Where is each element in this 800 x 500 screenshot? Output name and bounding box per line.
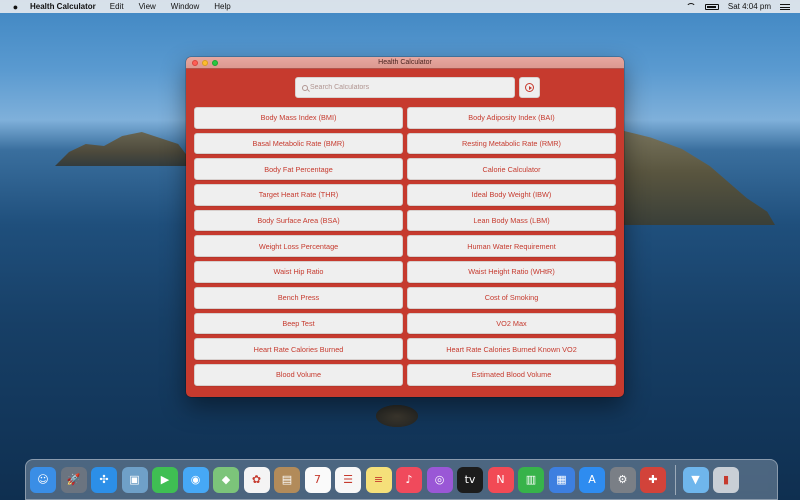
menu-window[interactable]: Window bbox=[171, 2, 199, 11]
photos-icon[interactable]: ✿ bbox=[243, 466, 270, 493]
launchpad-icon[interactable]: 🚀 bbox=[60, 466, 87, 493]
window-title: Health Calculator bbox=[378, 59, 432, 66]
menu-bar: ● Health Calculator Edit View Window Hel… bbox=[0, 0, 800, 13]
calc-button-bai[interactable]: Body Adiposity Index (BAI) bbox=[407, 107, 616, 129]
calc-button-bmi[interactable]: Body Mass Index (BMI) bbox=[194, 107, 403, 129]
clock[interactable]: Sat 4:04 pm bbox=[728, 2, 771, 11]
calc-button-water[interactable]: Human Water Requirement bbox=[407, 235, 616, 258]
preview-icon[interactable]: ▣ bbox=[121, 466, 148, 493]
play-circle-icon bbox=[525, 83, 534, 92]
calc-button-weight-loss[interactable]: Weight Loss Percentage bbox=[194, 235, 403, 258]
podcasts-icon[interactable]: ◎ bbox=[426, 466, 453, 493]
calc-button-estimated-blood-volume[interactable]: Estimated Blood Volume bbox=[407, 363, 616, 386]
messages-icon[interactable]: ◉ bbox=[182, 466, 209, 493]
calc-button-bsa[interactable]: Body Surface Area (BSA) bbox=[194, 209, 403, 232]
contacts-icon[interactable]: ▤ bbox=[274, 466, 300, 493]
keynote-icon[interactable]: ▦ bbox=[548, 466, 575, 493]
search-field[interactable] bbox=[295, 77, 515, 98]
search-input[interactable] bbox=[310, 84, 500, 91]
minimize-button[interactable] bbox=[202, 60, 208, 66]
zoom-button[interactable] bbox=[212, 60, 218, 66]
menu-edit[interactable]: Edit bbox=[110, 2, 124, 11]
calc-button-lbm[interactable]: Lean Body Mass (LBM) bbox=[407, 209, 616, 232]
facetime-icon[interactable]: ▶ bbox=[152, 466, 178, 493]
window-controls bbox=[192, 60, 218, 66]
menu-app-name[interactable]: Health Calculator bbox=[30, 2, 96, 11]
calc-button-hr-calories-vo2[interactable]: Heart Rate Calories Burned Known VO2 bbox=[407, 338, 616, 360]
desktop-wallpaper-island-left bbox=[55, 132, 195, 166]
calculator-grid: Body Mass Index (BMI) Body Adiposity Ind… bbox=[194, 107, 616, 386]
window-titlebar[interactable]: Health Calculator bbox=[186, 57, 624, 69]
trash-icon[interactable]: ▮ bbox=[713, 466, 739, 493]
calc-button-bmr[interactable]: Basal Metabolic Rate (BMR) bbox=[194, 132, 403, 155]
maps-icon[interactable]: ◆ bbox=[213, 466, 239, 493]
calc-button-vo2-max[interactable]: VO2 Max bbox=[407, 312, 616, 335]
search-icon bbox=[302, 84, 308, 91]
notification-center-icon[interactable] bbox=[780, 3, 790, 10]
numbers-icon[interactable]: ▥ bbox=[518, 466, 544, 493]
calc-button-blood-volume[interactable]: Blood Volume bbox=[194, 363, 403, 386]
reminders-icon[interactable]: ☰ bbox=[335, 466, 361, 493]
notes-icon[interactable]: ≡ bbox=[365, 466, 392, 493]
search-row bbox=[295, 77, 540, 98]
calc-button-beep-test[interactable]: Beep Test bbox=[194, 312, 403, 335]
health-calculator-icon[interactable]: ✚ bbox=[640, 466, 666, 493]
calc-button-ibw[interactable]: Ideal Body Weight (IBW) bbox=[407, 184, 616, 206]
search-go-button[interactable] bbox=[519, 77, 540, 98]
safari-icon[interactable]: ✣ bbox=[91, 466, 117, 493]
news-icon[interactable]: N bbox=[487, 466, 514, 493]
dock: ☺ 🚀 ✣ ▣ ▶ ◉ ◆ ✿ ▤ 7 ☰ ≡ ♪ ◎ tv N ▥ ▦ A ⚙ ✚ ▼ ▮ bbox=[25, 459, 778, 500]
calc-button-calorie[interactable]: Calorie Calculator bbox=[407, 158, 616, 181]
calendar-icon[interactable]: 7 bbox=[304, 466, 331, 493]
desktop-wallpaper-island-right bbox=[620, 130, 775, 225]
calc-button-bench-press[interactable]: Bench Press bbox=[194, 286, 403, 309]
calc-button-rmr[interactable]: Resting Metabolic Rate (RMR) bbox=[407, 132, 616, 155]
downloads-folder-icon[interactable]: ▼ bbox=[682, 466, 709, 493]
calc-button-smoking[interactable]: Cost of Smoking bbox=[407, 286, 616, 309]
calc-button-hr-calories[interactable]: Heart Rate Calories Burned bbox=[194, 338, 403, 360]
desktop-wallpaper-rock bbox=[376, 405, 418, 427]
menu-help[interactable]: Help bbox=[214, 2, 230, 11]
app-store-icon[interactable]: A bbox=[579, 466, 605, 493]
wifi-icon[interactable] bbox=[685, 2, 696, 11]
tv-icon[interactable]: tv bbox=[457, 466, 483, 493]
battery-icon[interactable] bbox=[704, 3, 719, 10]
calc-button-thr[interactable]: Target Heart Rate (THR) bbox=[194, 184, 403, 206]
menu-view[interactable]: View bbox=[139, 2, 156, 11]
music-icon[interactable]: ♪ bbox=[396, 466, 422, 493]
apple-menu-icon[interactable]: ● bbox=[10, 2, 21, 12]
calc-button-whtr[interactable]: Waist Height Ratio (WHtR) bbox=[407, 261, 616, 283]
finder-icon[interactable]: ☺ bbox=[30, 466, 56, 493]
system-preferences-icon[interactable]: ⚙ bbox=[609, 466, 636, 493]
health-calculator-window: Health Calculator Body Mass Index (BMI) … bbox=[186, 57, 624, 397]
close-button[interactable] bbox=[192, 60, 198, 66]
dock-separator bbox=[674, 464, 676, 495]
calc-button-body-fat[interactable]: Body Fat Percentage bbox=[194, 158, 403, 181]
calc-button-waist-hip[interactable]: Waist Hip Ratio bbox=[194, 261, 403, 283]
